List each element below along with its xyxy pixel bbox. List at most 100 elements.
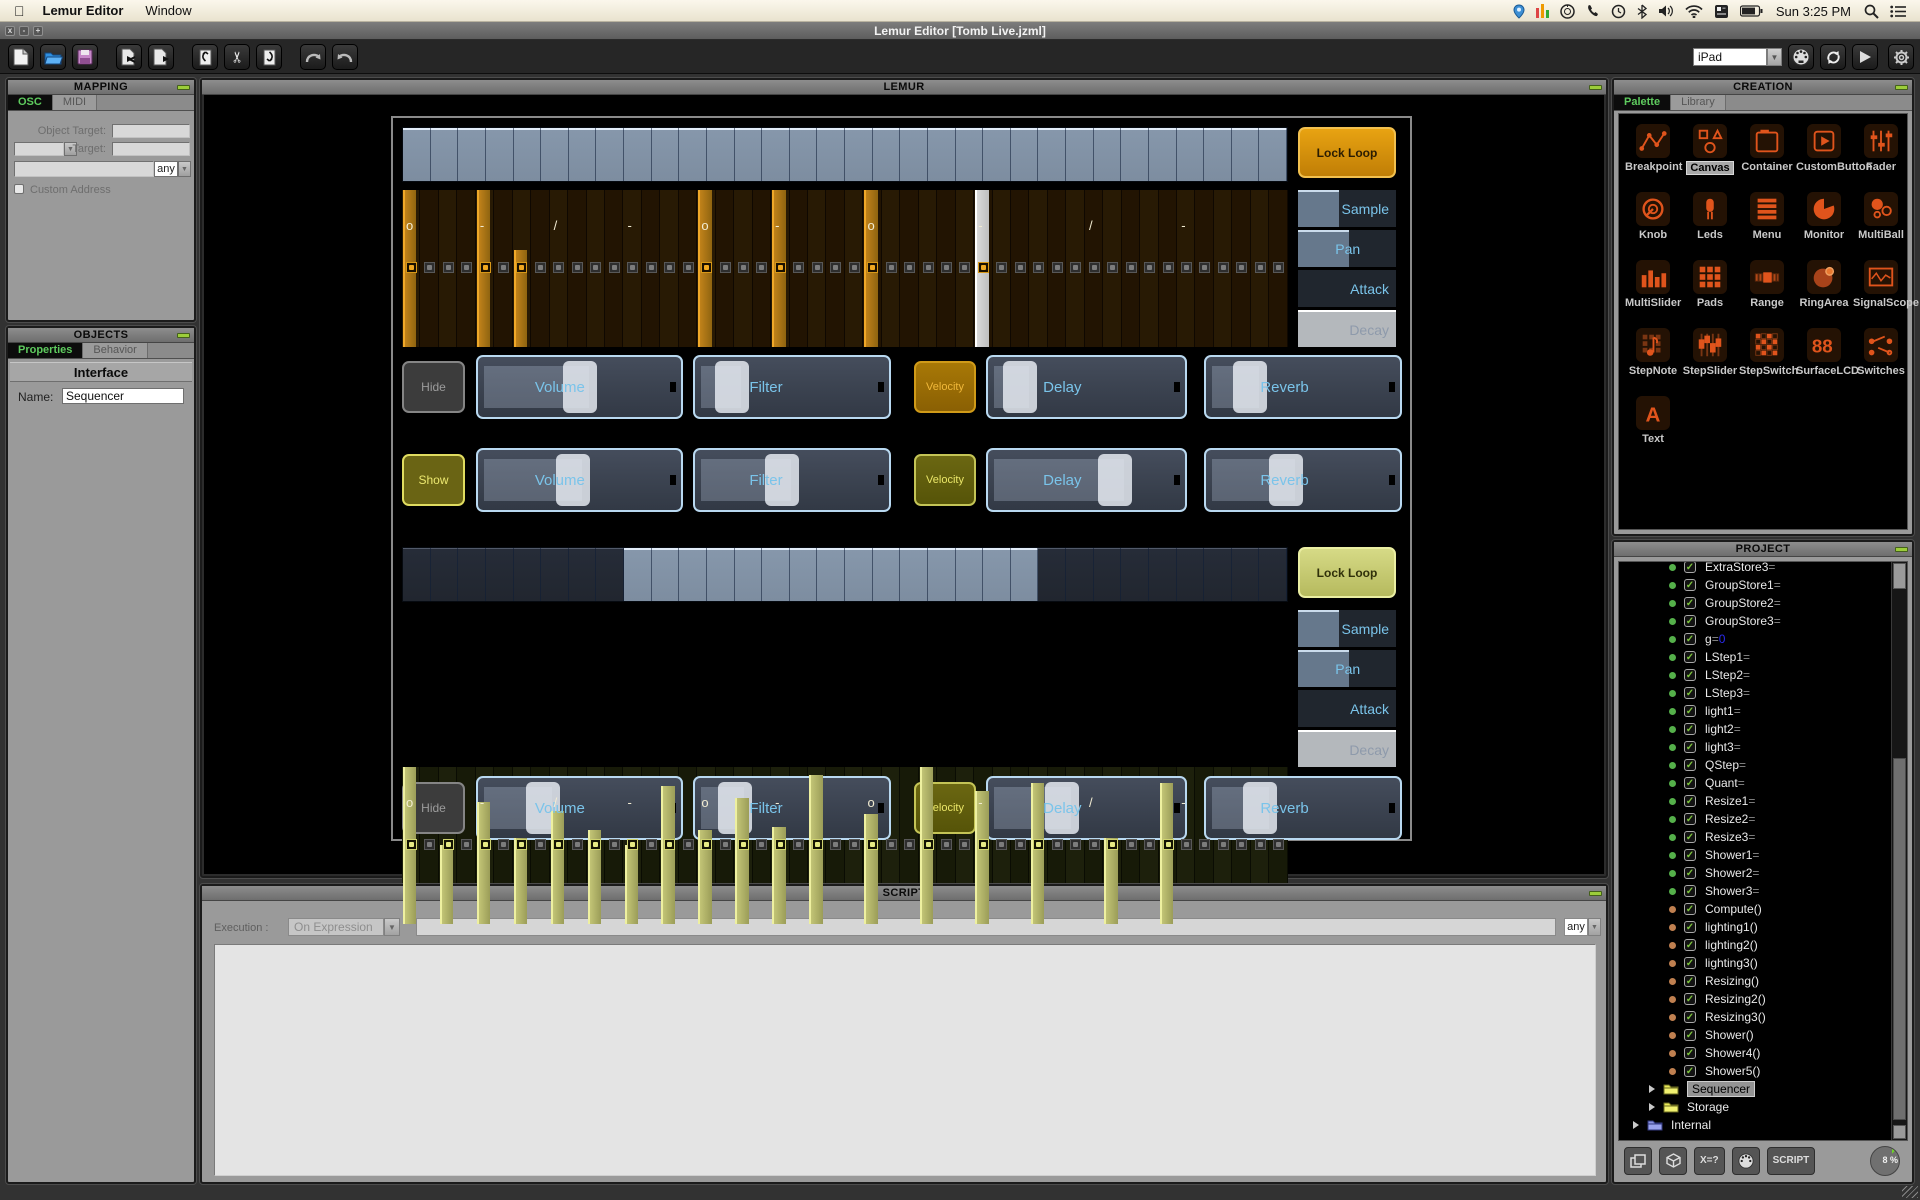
- tree-item-lighting2[interactable]: lighting2(): [1619, 936, 1889, 954]
- step-bar[interactable]: [975, 791, 988, 924]
- step-switch[interactable]: [461, 262, 472, 273]
- tree-checkbox[interactable]: [1684, 1029, 1696, 1041]
- tree-checkbox[interactable]: [1684, 669, 1696, 681]
- expand-triangle-icon[interactable]: [1649, 1103, 1655, 1111]
- step-switch[interactable]: [1107, 262, 1118, 273]
- palette-item-custombutton[interactable]: CustomButton: [1796, 124, 1852, 173]
- range-cell[interactable]: [431, 128, 459, 181]
- mapping-mode-select[interactable]: [14, 142, 64, 156]
- device-select[interactable]: iPad: [1693, 48, 1767, 66]
- range-cell[interactable]: [1011, 548, 1039, 601]
- scrollbar-bottom-button[interactable]: [1893, 1125, 1906, 1139]
- range-cell[interactable]: [1204, 128, 1232, 181]
- tree-item-LStep1[interactable]: LStep1=: [1619, 648, 1889, 666]
- mapping-panel-header[interactable]: MAPPING: [8, 80, 194, 95]
- new-file-button[interactable]: [8, 44, 34, 70]
- time-machine-icon[interactable]: [1611, 4, 1626, 19]
- tree-item-light2[interactable]: light2=: [1619, 720, 1889, 738]
- fader-volume[interactable]: Volume: [476, 355, 683, 419]
- address-input[interactable]: [14, 161, 154, 177]
- range-cell[interactable]: [1038, 128, 1066, 181]
- script-view-button[interactable]: SCRIPT: [1767, 1147, 1816, 1175]
- scrollbar-top-button[interactable]: [1893, 563, 1906, 589]
- tree-checkbox[interactable]: [1684, 687, 1696, 699]
- tree-folder-storage[interactable]: Storage: [1619, 1098, 1889, 1116]
- step-switch[interactable]: [498, 839, 509, 850]
- tree-checkbox[interactable]: [1684, 939, 1696, 951]
- range-cell[interactable]: [762, 128, 790, 181]
- step-bar[interactable]: [864, 814, 877, 924]
- tree-item-Resize2[interactable]: Resize2=: [1619, 810, 1889, 828]
- step-switch[interactable]: [904, 262, 915, 273]
- tree-item-light3[interactable]: light3=: [1619, 738, 1889, 756]
- range-cell[interactable]: [1121, 548, 1149, 601]
- step-switch[interactable]: [664, 262, 675, 273]
- range-cell[interactable]: [1094, 548, 1122, 601]
- step-switch[interactable]: [996, 839, 1007, 850]
- palette-item-range[interactable]: Range: [1739, 260, 1795, 309]
- range-cell[interactable]: [596, 128, 624, 181]
- name-input[interactable]: Sequencer: [62, 388, 184, 404]
- strip-fader-pan[interactable]: Pan: [1298, 650, 1396, 687]
- input-source-icon[interactable]: [1714, 4, 1729, 19]
- any-select[interactable]: any: [154, 161, 178, 177]
- step-bar[interactable]: [440, 845, 453, 924]
- palette-item-stepnote[interactable]: StepNote: [1625, 328, 1681, 377]
- save-file-button[interactable]: [72, 44, 98, 70]
- step-switch[interactable]: [609, 262, 620, 273]
- execution-select[interactable]: On Expression: [288, 918, 384, 936]
- step-switch[interactable]: [627, 839, 638, 850]
- minimize-dash-icon[interactable]: [177, 333, 190, 338]
- step-bar[interactable]: [477, 802, 490, 924]
- step-switch[interactable]: [1033, 839, 1044, 850]
- step-switch[interactable]: [1273, 262, 1284, 273]
- range-cell[interactable]: [817, 548, 845, 601]
- step-switch[interactable]: [812, 839, 823, 850]
- tree-checkbox[interactable]: [1684, 633, 1696, 645]
- step-switch[interactable]: [849, 262, 860, 273]
- midi-settings-button[interactable]: [1788, 44, 1814, 70]
- copy-button[interactable]: [192, 44, 218, 70]
- fader-volume[interactable]: Volume: [476, 448, 683, 512]
- step-switch[interactable]: [516, 262, 527, 273]
- range-cell[interactable]: [514, 548, 542, 601]
- step-switch[interactable]: [627, 262, 638, 273]
- step-switch[interactable]: [1236, 262, 1247, 273]
- range-cell[interactable]: [486, 128, 514, 181]
- palette-item-menu[interactable]: Menu: [1739, 192, 1795, 241]
- range-cell[interactable]: [679, 128, 707, 181]
- step-note-grid[interactable]: o-/-o-o-/-: [402, 190, 1288, 347]
- range-cell[interactable]: [735, 128, 763, 181]
- range-cell[interactable]: [1232, 128, 1260, 181]
- range-cell[interactable]: [1204, 548, 1232, 601]
- step-switch[interactable]: [959, 839, 970, 850]
- step-switch[interactable]: [572, 262, 583, 273]
- step-switch[interactable]: [683, 262, 694, 273]
- window-title-bar[interactable]: x - + Lemur Editor [Tomb Live.jzml]: [0, 22, 1920, 40]
- step-switch[interactable]: [664, 839, 675, 850]
- script-editor-area[interactable]: [214, 944, 1596, 1176]
- range-cell[interactable]: [707, 548, 735, 601]
- strip-fader-decay[interactable]: Decay: [1298, 310, 1396, 347]
- tree-folder-sequencer[interactable]: Sequencer: [1619, 1080, 1889, 1098]
- range-cell[interactable]: [845, 128, 873, 181]
- notification-center-icon[interactable]: [1890, 5, 1906, 18]
- dial-icon[interactable]: [1560, 4, 1575, 19]
- loop-range-slider[interactable]: [402, 127, 1288, 182]
- step-bar[interactable]: [661, 786, 674, 924]
- paste-button[interactable]: [256, 44, 282, 70]
- tree-item-Resizing[interactable]: Resizing(): [1619, 972, 1889, 990]
- step-switch[interactable]: [701, 262, 712, 273]
- fader-filter[interactable]: Filter: [693, 448, 891, 512]
- tree-checkbox[interactable]: [1684, 921, 1696, 933]
- range-cell[interactable]: [624, 128, 652, 181]
- fader-reverb[interactable]: Reverb: [1204, 448, 1402, 512]
- fader-handle[interactable]: [1003, 361, 1037, 413]
- fader-filter[interactable]: Filter: [693, 776, 891, 840]
- strip-fader-sample[interactable]: Sample: [1298, 610, 1396, 647]
- fader-volume[interactable]: Volume: [476, 776, 683, 840]
- tree-checkbox[interactable]: [1684, 849, 1696, 861]
- range-cell[interactable]: [596, 548, 624, 601]
- velocity-button[interactable]: Velocity: [914, 361, 976, 413]
- fader-handle[interactable]: [1098, 454, 1132, 506]
